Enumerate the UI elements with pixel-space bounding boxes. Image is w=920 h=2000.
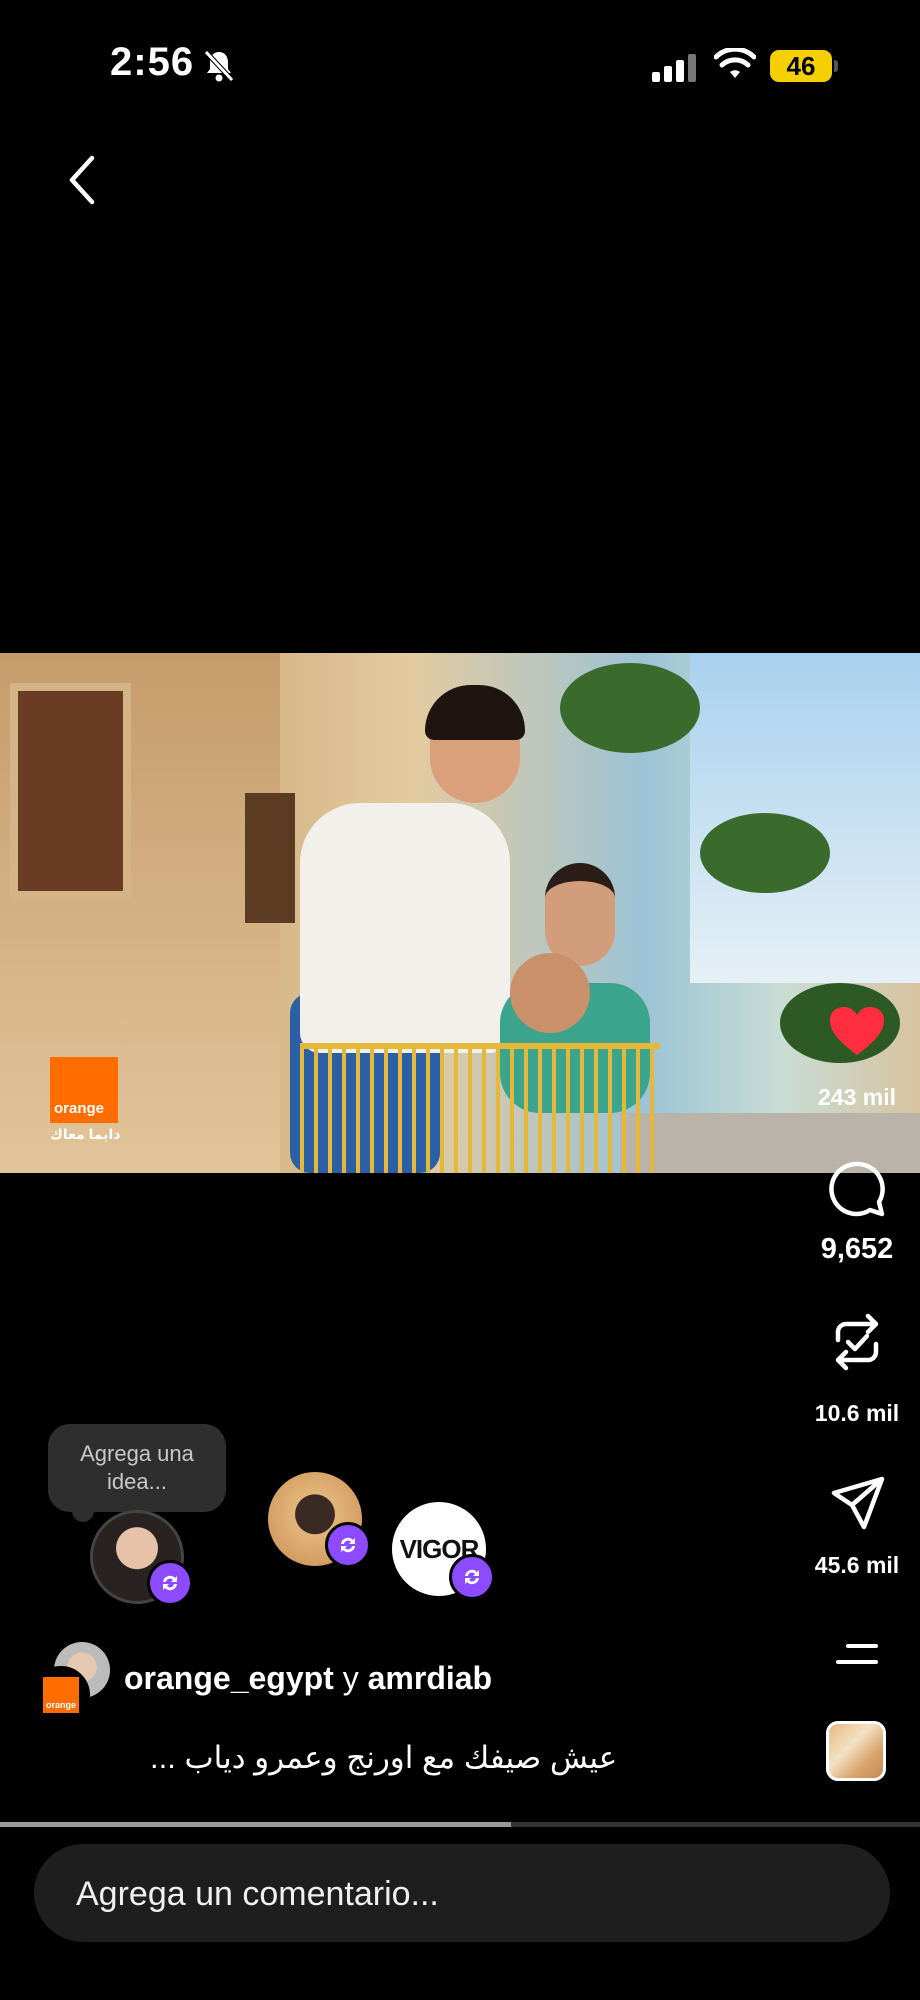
back-button[interactable] <box>58 150 108 210</box>
video-person <box>510 953 590 1033</box>
repost-badge-icon <box>147 1560 193 1606</box>
orange-brand-logo: orange <box>50 1057 118 1123</box>
video-progress-fill <box>0 1822 511 1827</box>
share-count: 45.6 mil <box>814 1552 900 1578</box>
video-person <box>545 863 615 966</box>
video-palm <box>560 663 700 753</box>
comment-icon[interactable] <box>828 1160 886 1218</box>
add-note-text: Agrega una idea... <box>80 1441 194 1494</box>
orange-brand-tagline: دايما معاك <box>50 1126 121 1142</box>
video-person <box>300 803 510 1053</box>
video-window <box>245 793 295 923</box>
author-username-2[interactable]: amrdiab <box>368 1660 492 1696</box>
menu-lines-icon[interactable] <box>834 1640 880 1670</box>
send-icon[interactable] <box>830 1475 886 1531</box>
author-line: orange_egypt y amrdiab <box>124 1660 492 1697</box>
author-username-1[interactable]: orange_egypt <box>124 1660 334 1696</box>
video-palm <box>700 813 830 893</box>
author-avatar-orange[interactable]: orange <box>32 1666 90 1724</box>
repost-badge-icon <box>449 1554 495 1600</box>
reel-video[interactable] <box>0 653 920 1173</box>
heart-icon[interactable] <box>828 1005 886 1057</box>
repost-badge-icon <box>325 1522 371 1568</box>
video-window <box>10 683 131 899</box>
orange-logo-text: orange <box>54 1100 105 1117</box>
video-person <box>425 685 525 740</box>
video-sky <box>690 653 920 983</box>
orange-avatar-logo: orange <box>43 1677 79 1713</box>
signal-icon <box>652 54 696 82</box>
battery-indicator: 46 <box>770 50 832 82</box>
audio-thumbnail[interactable] <box>826 1721 886 1781</box>
author-connector: y <box>342 1660 359 1696</box>
repost-count: 10.6 mil <box>814 1400 900 1426</box>
battery-nub <box>834 60 838 72</box>
status-time: 2:56 <box>110 40 195 84</box>
comment-count: 9,652 <box>820 1233 894 1265</box>
like-count: 243 mil <box>818 1084 896 1110</box>
bell-muted-icon <box>204 50 234 82</box>
add-note-bubble[interactable]: Agrega una idea... <box>48 1424 226 1512</box>
repost-icon[interactable] <box>830 1312 884 1372</box>
post-caption[interactable]: عيش صيفك مع اورنج وعمرو دياب ... <box>150 1740 650 1776</box>
comment-placeholder: Agrega un comentario... <box>76 1875 439 1913</box>
wifi-icon <box>714 48 756 78</box>
video-shopping-cart <box>300 1043 660 1173</box>
